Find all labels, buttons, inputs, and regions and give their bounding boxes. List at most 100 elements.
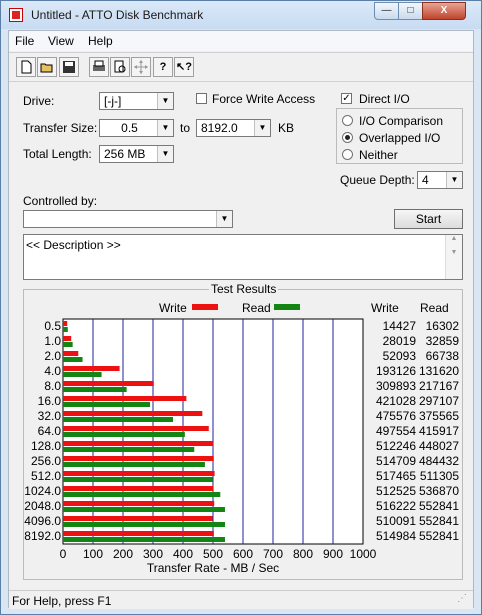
category-label: 8.0 xyxy=(44,379,61,393)
read-value: 16302 xyxy=(426,319,460,333)
context-help-icon[interactable]: ↖? xyxy=(174,57,194,77)
read-value: 217167 xyxy=(419,379,459,393)
menu-view[interactable]: View xyxy=(48,34,74,48)
transfer-from-select[interactable]: 0.5 ▼ xyxy=(99,119,174,137)
chevron-down-icon[interactable]: ▼ xyxy=(157,120,173,136)
queue-depth-select[interactable]: 4 ▼ xyxy=(417,171,463,189)
move-icon[interactable] xyxy=(131,57,151,77)
description-scrollbar[interactable]: ▲ ▼ xyxy=(445,235,462,279)
category-label: 4096.0 xyxy=(24,514,61,528)
drive-value: [-j-] xyxy=(104,94,122,108)
read-bar xyxy=(63,477,213,482)
help-icon[interactable]: ? xyxy=(153,57,173,77)
x-tick-label: 0 xyxy=(60,547,67,561)
write-bar xyxy=(63,381,154,386)
x-tick-label: 900 xyxy=(323,547,343,561)
read-value: 552841 xyxy=(419,514,459,528)
io-comparison-radio[interactable] xyxy=(342,115,353,126)
category-label: 128.0 xyxy=(31,439,61,453)
write-bar xyxy=(63,411,203,416)
write-bar xyxy=(63,516,213,521)
write-bar xyxy=(63,501,215,506)
x-tick-label: 100 xyxy=(83,547,103,561)
read-value: 448027 xyxy=(419,439,459,453)
write-value: 512246 xyxy=(376,439,416,453)
x-tick-label: 1000 xyxy=(350,547,377,561)
write-bar xyxy=(63,531,214,536)
write-bar xyxy=(63,321,68,326)
chevron-down-icon[interactable]: ▼ xyxy=(254,120,270,136)
category-label: 1024.0 xyxy=(24,484,61,498)
write-value: 475576 xyxy=(376,409,416,423)
direct-io-checkbox[interactable]: ✓ xyxy=(341,93,352,104)
neither-radio[interactable] xyxy=(342,149,353,160)
write-bar xyxy=(63,426,209,431)
write-value: 52093 xyxy=(383,349,417,363)
read-bar xyxy=(63,462,205,467)
new-file-icon[interactable] xyxy=(16,57,36,77)
kb-label: KB xyxy=(278,121,295,135)
read-bar xyxy=(63,342,73,347)
read-bar xyxy=(63,357,83,362)
minimize-button[interactable]: — xyxy=(374,2,399,20)
save-icon[interactable] xyxy=(59,57,79,77)
write-bar xyxy=(63,366,120,371)
write-value: 514984 xyxy=(376,529,416,543)
force-write-label: Force Write Access xyxy=(212,92,316,106)
overlapped-io-label: Overlapped I/O xyxy=(359,131,441,145)
controlled-by-label: Controlled by: xyxy=(23,194,98,208)
to-label: to xyxy=(180,121,191,135)
read-bar xyxy=(63,402,151,407)
title-bar[interactable]: Untitled - ATTO Disk Benchmark — □ X xyxy=(1,1,481,29)
category-label: 2048.0 xyxy=(24,499,61,513)
print-icon[interactable] xyxy=(89,57,109,77)
read-bar xyxy=(63,327,68,332)
x-tick-label: 500 xyxy=(203,547,223,561)
menu-file[interactable]: File xyxy=(15,34,34,48)
description-textarea[interactable]: << Description >> ▲ ▼ xyxy=(23,234,463,280)
chevron-down-icon[interactable]: ▼ xyxy=(157,93,173,109)
write-value: 510091 xyxy=(376,514,416,528)
category-label: 0.5 xyxy=(44,319,61,333)
chevron-down-icon[interactable]: ▼ xyxy=(216,211,232,227)
chevron-down-icon[interactable]: ▼ xyxy=(157,146,173,162)
write-value: 421028 xyxy=(376,394,416,408)
chevron-down-icon[interactable]: ▼ xyxy=(446,172,462,188)
drive-select[interactable]: [-j-] ▼ xyxy=(99,92,174,110)
read-bar xyxy=(63,447,195,452)
write-value: 514709 xyxy=(376,454,416,468)
write-bar xyxy=(63,486,214,491)
read-value: 32859 xyxy=(426,334,460,348)
category-label: 32.0 xyxy=(38,409,62,423)
overlapped-io-radio[interactable] xyxy=(342,132,353,143)
x-tick-label: 800 xyxy=(293,547,313,561)
category-label: 256.0 xyxy=(31,454,61,468)
write-value: 309893 xyxy=(376,379,416,393)
controlled-by-select[interactable]: ▼ xyxy=(23,210,233,228)
total-length-select[interactable]: 256 MB ▼ xyxy=(99,145,174,163)
category-label: 16.0 xyxy=(38,394,62,408)
x-tick-label: 600 xyxy=(233,547,253,561)
print-preview-icon[interactable] xyxy=(110,57,130,77)
transfer-from-value: 0.5 xyxy=(121,121,138,135)
category-label: 4.0 xyxy=(44,364,61,378)
close-button[interactable]: X xyxy=(422,2,466,20)
write-bar xyxy=(63,456,214,461)
transfer-rate-chart: 0 100 200 300 400 500 600 700 800 900 1000 Transfer… xyxy=(24,318,460,575)
resize-grip-icon[interactable]: ⋰ xyxy=(457,593,467,604)
menu-help[interactable]: Help xyxy=(88,34,113,48)
start-button[interactable]: Start xyxy=(394,209,463,229)
read-value: 375565 xyxy=(419,409,459,423)
maximize-button[interactable]: □ xyxy=(398,2,423,20)
write-value: 517465 xyxy=(376,469,416,483)
total-length-label: Total Length: xyxy=(23,147,92,161)
open-folder-icon[interactable] xyxy=(37,57,57,77)
write-bar xyxy=(63,351,79,356)
status-text: For Help, press F1 xyxy=(12,594,112,608)
read-value: 484432 xyxy=(419,454,459,468)
transfer-to-select[interactable]: 8192.0 ▼ xyxy=(196,119,271,137)
neither-label: Neither xyxy=(359,148,398,162)
read-bar xyxy=(63,417,174,422)
force-write-checkbox[interactable] xyxy=(196,93,207,104)
x-axis-label: Transfer Rate - MB / Sec xyxy=(147,561,279,575)
